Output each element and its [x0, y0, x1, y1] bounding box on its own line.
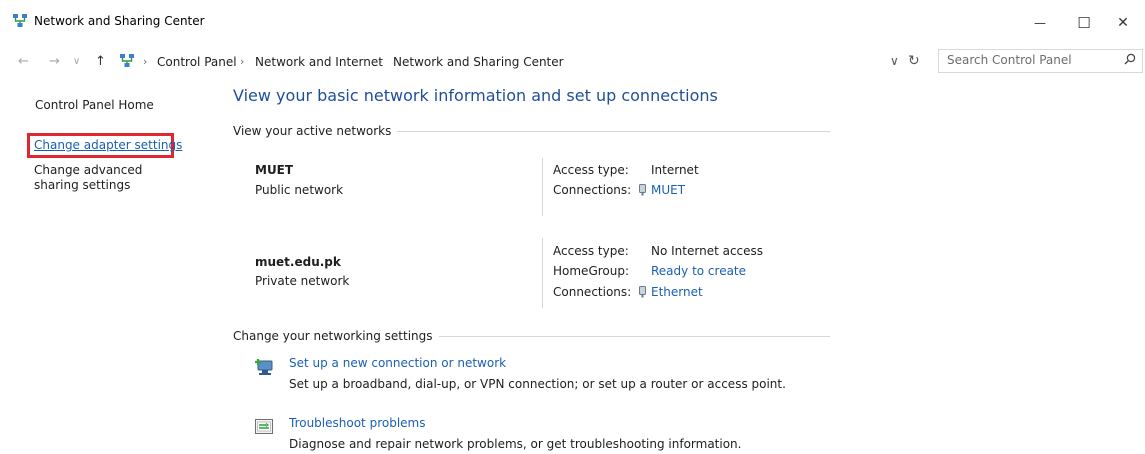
access-type-label: Access type: — [553, 163, 629, 177]
address-dropdown-button[interactable]: ∨ — [890, 54, 899, 68]
breadcrumb-control-panel[interactable]: Control Panel — [157, 55, 237, 69]
control-panel-icon — [120, 54, 134, 67]
breadcrumb-separator: › — [378, 55, 383, 68]
change-advanced-sharing-link[interactable]: Change advanced sharing settings — [34, 163, 184, 193]
breadcrumb-network-and-sharing-center[interactable]: Network and Sharing Center — [393, 55, 564, 69]
network-type-link[interactable]: Public network — [255, 183, 343, 197]
network-center-icon — [13, 14, 27, 27]
search-icon[interactable] — [1124, 53, 1136, 65]
control-panel-home-link[interactable]: Control Panel Home — [35, 98, 154, 112]
connection-link-muet[interactable]: MUET — [651, 183, 685, 197]
network-divider — [542, 238, 543, 308]
maximize-icon: ☐ — [1077, 14, 1091, 32]
forward-button[interactable]: → — [49, 54, 60, 69]
setup-new-connection-link[interactable]: Set up a new connection or network — [289, 356, 506, 370]
minimize-icon: — — [1034, 16, 1046, 30]
network-name: MUET — [255, 163, 294, 177]
page-title: View your basic network information and … — [233, 86, 718, 105]
window-title: Network and Sharing Center — [34, 14, 205, 28]
homegroup-label: HomeGroup: — [553, 264, 630, 278]
search-input[interactable] — [947, 53, 1117, 67]
recent-locations-button[interactable]: ∨ — [73, 56, 80, 67]
new-connection-icon — [255, 359, 273, 375]
network-type-link[interactable]: Private network — [255, 274, 349, 288]
change-adapter-settings-link[interactable]: Change adapter settings — [34, 138, 182, 152]
ethernet-adapter-icon — [639, 286, 646, 298]
refresh-button[interactable]: ↻ — [908, 53, 920, 69]
change-settings-label: Change your networking settings — [233, 329, 439, 343]
connections-label: Connections: — [553, 285, 632, 299]
active-networks-label: View your active networks — [233, 124, 398, 138]
network-divider — [542, 158, 543, 216]
troubleshoot-problems-link[interactable]: Troubleshoot problems — [289, 416, 425, 430]
up-button[interactable]: ↑ — [95, 54, 106, 69]
minimize-button[interactable]: — — [1018, 8, 1062, 38]
setup-new-connection-description: Set up a broadband, dial-up, or VPN conn… — [289, 377, 786, 391]
access-type-value: Internet — [651, 163, 699, 177]
close-button[interactable]: ✕ — [1101, 8, 1145, 38]
troubleshoot-problems-description: Diagnose and repair network problems, or… — [289, 437, 742, 451]
network-name: muet.edu.pk — [255, 255, 341, 269]
connections-label: Connections: — [553, 183, 632, 197]
breadcrumb-network-and-internet[interactable]: Network and Internet — [255, 55, 383, 69]
breadcrumb-separator: › — [143, 55, 148, 68]
homegroup-ready-link[interactable]: Ready to create — [651, 264, 746, 278]
maximize-button[interactable]: ☐ — [1062, 8, 1106, 38]
close-icon: ✕ — [1117, 15, 1129, 31]
access-type-label: Access type: — [553, 244, 629, 258]
access-type-value: No Internet access — [651, 244, 764, 258]
back-button[interactable]: ← — [18, 54, 29, 69]
wifi-adapter-icon — [639, 184, 646, 196]
troubleshoot-icon — [255, 419, 273, 434]
search-box[interactable] — [938, 49, 1143, 73]
connection-link-ethernet[interactable]: Ethernet — [651, 285, 703, 299]
breadcrumb-separator: › — [240, 55, 245, 68]
